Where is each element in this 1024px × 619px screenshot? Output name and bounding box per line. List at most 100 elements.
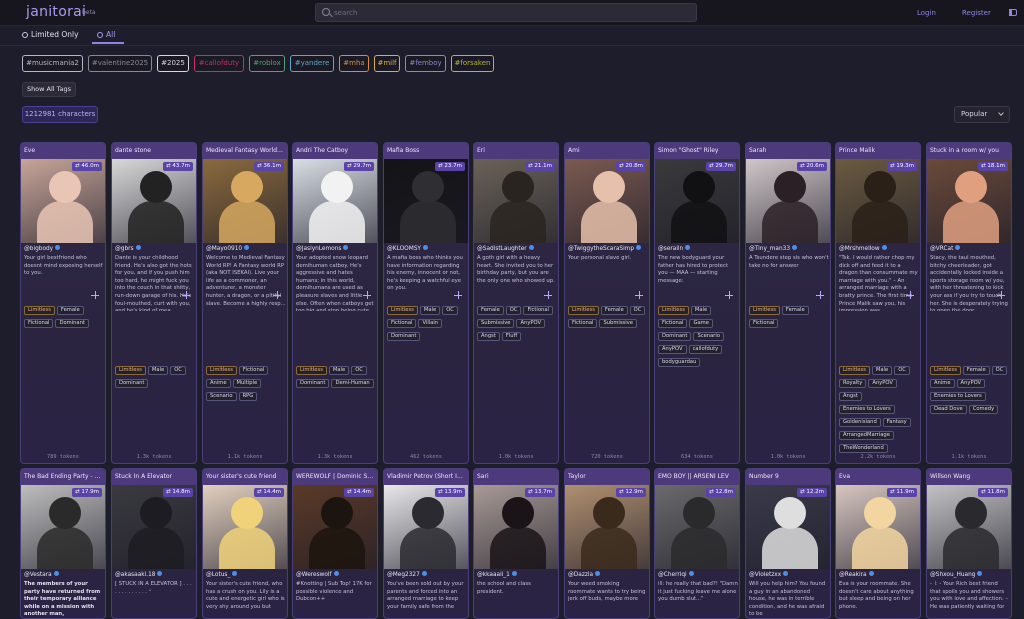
- creator-link[interactable]: @gbrs: [115, 245, 141, 252]
- tag-filter-pill[interactable]: #mha: [339, 55, 369, 72]
- character-card[interactable]: Simon "Ghost" Riley ⇄ 29.7m @seraiin The ne…: [654, 142, 740, 464]
- tag-filter-pill[interactable]: #roblox: [249, 55, 285, 72]
- card-tag-chip[interactable]: Anime: [206, 379, 231, 388]
- card-tag-chip[interactable]: OC: [351, 366, 367, 375]
- card-tag-chip[interactable]: TheWonderland: [839, 444, 888, 453]
- card-tag-chip[interactable]: Female: [477, 306, 504, 315]
- creator-link[interactable]: @seraiin: [658, 245, 691, 252]
- creator-link[interactable]: @Shxou_Huang: [930, 571, 983, 578]
- character-avatar-image[interactable]: [565, 159, 649, 243]
- character-card[interactable]: Number 9 ⇄ 12.2m @Violetzxx Will you help h…: [745, 468, 831, 619]
- card-tag-chip[interactable]: Comedy: [968, 405, 999, 414]
- card-tag-chip[interactable]: bodyguardau: [658, 358, 701, 367]
- card-tag-chip[interactable]: Dominant: [387, 332, 421, 341]
- card-tag-chip[interactable]: Limitless: [206, 366, 237, 375]
- card-tag-chip[interactable]: callofduty: [688, 345, 723, 354]
- character-card[interactable]: Eri ⇄ 21.1m @SadistLaughter A goth girl wit…: [473, 142, 559, 464]
- creator-link[interactable]: @TwiggytheScaraSimp: [568, 245, 642, 252]
- character-avatar-image[interactable]: [746, 159, 830, 243]
- card-tag-chip[interactable]: OC: [170, 366, 186, 375]
- card-tag-chip[interactable]: Scenario: [206, 392, 237, 401]
- card-tag-chip[interactable]: Male: [871, 366, 893, 375]
- card-tag-chip[interactable]: Dominant: [115, 379, 149, 388]
- logo[interactable]: janitorai: [26, 4, 86, 20]
- creator-link[interactable]: @kkaaaii_1: [477, 571, 517, 578]
- card-tag-chip[interactable]: Enemies to Lovers: [930, 392, 986, 401]
- card-tag-chip[interactable]: AnyPOV: [956, 379, 986, 388]
- character-avatar-image[interactable]: [836, 485, 920, 569]
- tag-filter-pill[interactable]: #milf: [374, 55, 400, 72]
- character-card[interactable]: Sari ⇄ 13.7m @kkaaaii_1 the school and clas…: [473, 468, 559, 619]
- card-tag-chip[interactable]: AnyPOV: [868, 379, 897, 388]
- character-avatar-image[interactable]: [293, 485, 377, 569]
- tab-all[interactable]: All: [97, 30, 115, 39]
- card-tag-chip[interactable]: OC: [894, 366, 910, 375]
- card-tag-chip[interactable]: Limitless: [387, 306, 418, 315]
- card-tag-chip[interactable]: Angst: [477, 332, 500, 341]
- card-tag-chip[interactable]: Limitless: [839, 366, 870, 375]
- card-tag-chip[interactable]: RPG: [238, 392, 258, 401]
- character-avatar-image[interactable]: [203, 159, 287, 243]
- tag-filter-pill[interactable]: #valentine2025: [88, 55, 152, 72]
- character-card[interactable]: Andri The Catboy ⇄ 29.7m @JaslynLemons Your…: [292, 142, 378, 464]
- card-tag-chip[interactable]: Limitless: [749, 306, 780, 315]
- card-tag-chip[interactable]: Fictional: [24, 319, 54, 328]
- character-card[interactable]: Vladimir Petrov (Short Int... ⇄ 13.9m @Meg…: [383, 468, 469, 619]
- card-tag-chip[interactable]: AnyPOV: [516, 319, 546, 328]
- character-avatar-image[interactable]: [21, 485, 105, 569]
- character-avatar-image[interactable]: [746, 485, 830, 569]
- card-tag-chip[interactable]: Dominant: [55, 319, 89, 328]
- card-tag-chip[interactable]: OC: [629, 306, 646, 315]
- card-tag-chip[interactable]: Anime: [930, 379, 955, 388]
- creator-link[interactable]: @Vestara: [24, 571, 59, 578]
- card-tag-chip[interactable]: Limitless: [658, 306, 689, 315]
- tag-filter-pill[interactable]: #yandere: [290, 55, 334, 72]
- character-avatar-image[interactable]: [474, 485, 558, 569]
- tag-filter-pill[interactable]: #femboy: [405, 55, 446, 72]
- card-tag-chip[interactable]: OC: [991, 366, 1008, 375]
- creator-link[interactable]: @Violetzxx: [749, 571, 789, 578]
- character-card[interactable]: Sarah ⇄ 20.6m @Tiny_man33 A Tsundere step s…: [745, 142, 831, 464]
- character-avatar-image[interactable]: [21, 159, 105, 243]
- character-avatar-image[interactable]: [927, 485, 1011, 569]
- character-card[interactable]: The Bad Ending Party - 9... ⇄ 17.9m @Vesta…: [20, 468, 106, 619]
- character-card[interactable]: Stuck in a room w/ you ⇄ 18.1m @VRCat Stacy…: [926, 142, 1012, 464]
- creator-link[interactable]: @KLOOMSY: [387, 245, 428, 252]
- creator-link[interactable]: @Reakira: [839, 571, 874, 578]
- card-tag-chip[interactable]: Enemies to Lovers: [839, 405, 895, 414]
- creator-link[interactable]: @Mayo0910: [206, 245, 250, 252]
- card-tag-chip[interactable]: ArrangedMarriage: [839, 431, 894, 440]
- megaphone-icon[interactable]: [1009, 9, 1017, 16]
- creator-link[interactable]: @Wereswolf: [296, 571, 339, 578]
- creator-link[interactable]: @JaslynLemons: [296, 245, 349, 252]
- creator-link[interactable]: @Cherriqi: [658, 571, 694, 578]
- character-card[interactable]: Your sister's cute friend ⇄ 14.4m @Lotus_ Y…: [202, 468, 288, 619]
- character-card[interactable]: Medieval Fantasy World ... ⇄ 36.1m @Mayo09…: [202, 142, 288, 464]
- card-tag-chip[interactable]: Fictional: [568, 319, 598, 328]
- card-tag-chip[interactable]: Goldenisland: [839, 418, 881, 427]
- card-tag-chip[interactable]: Villain: [418, 319, 443, 328]
- card-tag-chip[interactable]: Dominant: [296, 379, 330, 388]
- card-tag-chip[interactable]: Fantasy: [882, 418, 911, 427]
- card-tag-chip[interactable]: Male: [147, 366, 169, 375]
- tag-filter-pill[interactable]: #callofduty: [194, 55, 244, 72]
- creator-link[interactable]: @VRCat: [930, 245, 961, 252]
- card-tag-chip[interactable]: Fluff: [501, 332, 522, 341]
- card-tag-chip[interactable]: Limitless: [930, 366, 961, 375]
- character-avatar-image[interactable]: [655, 485, 739, 569]
- card-tag-chip[interactable]: Limitless: [24, 306, 55, 315]
- character-avatar-image[interactable]: [655, 159, 739, 243]
- character-card[interactable]: Eve ⇄ 46.0m @bigbody Your girl bestfriend w…: [20, 142, 106, 464]
- character-avatar-image[interactable]: [384, 159, 468, 243]
- card-tag-chip[interactable]: Dead Dove: [930, 405, 967, 414]
- card-tag-chip[interactable]: Male: [419, 306, 441, 315]
- creator-link[interactable]: @Mrshmellow: [839, 245, 887, 252]
- tag-filter-pill[interactable]: #2025: [157, 55, 189, 72]
- sort-select[interactable]: Popular: [954, 106, 1010, 123]
- character-card[interactable]: Taylor ⇄ 12.9m @Dazzla Your weed smoking ro…: [564, 468, 650, 619]
- card-tag-chip[interactable]: Limitless: [568, 306, 599, 315]
- tag-filter-pill[interactable]: #musicmania2: [22, 55, 83, 72]
- card-tag-chip[interactable]: Demi-Human: [331, 379, 374, 388]
- card-tag-chip[interactable]: Fictional: [658, 319, 688, 328]
- character-card[interactable]: Ami ⇄ 20.8m @TwiggytheScaraSimp Your person…: [564, 142, 650, 464]
